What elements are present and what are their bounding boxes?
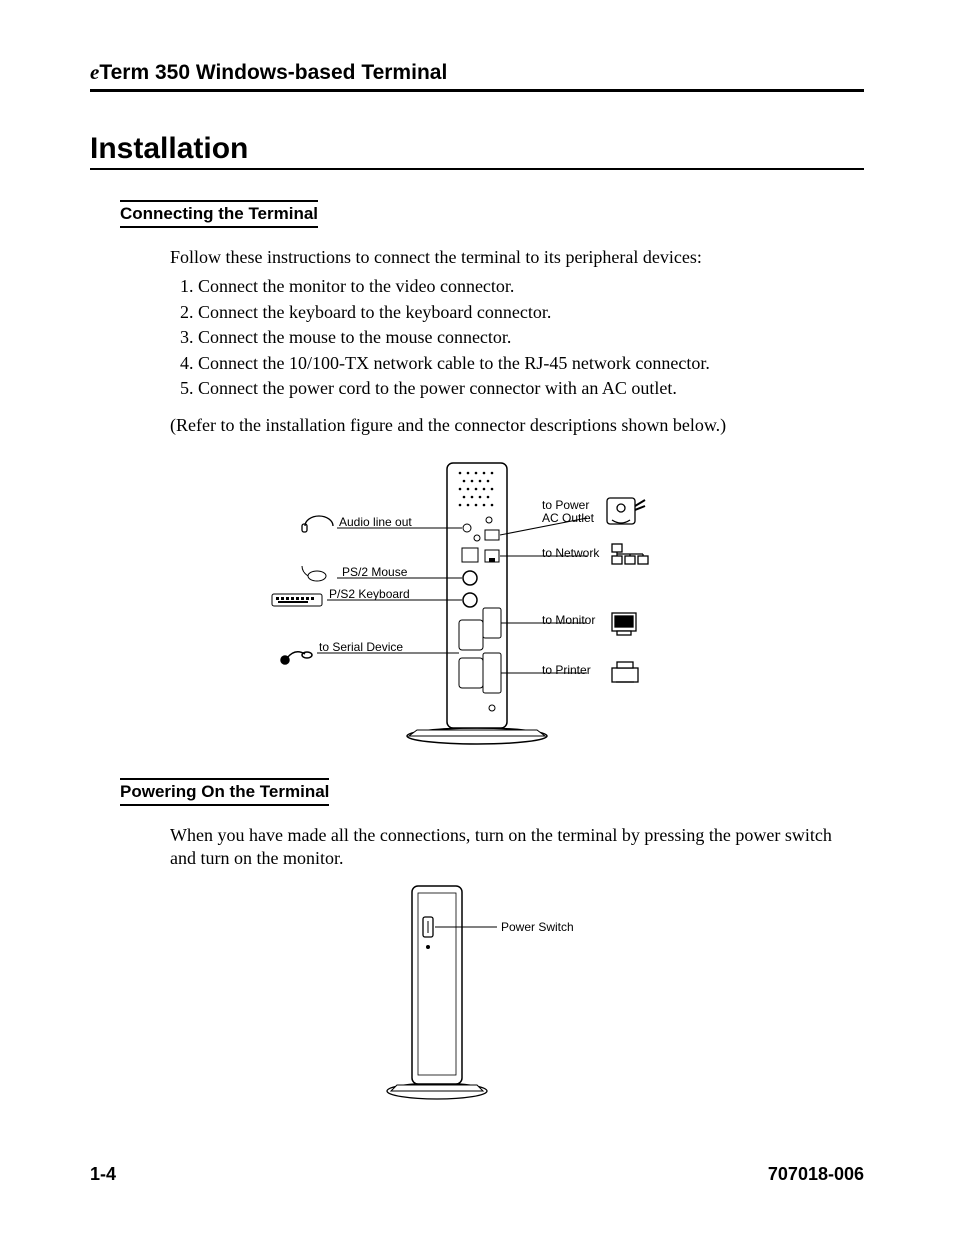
- powering-body: When you have made all the connections, …: [170, 824, 844, 871]
- connecting-intro: Follow these instructions to connect the…: [170, 246, 844, 269]
- header-italic-e: e: [90, 60, 99, 84]
- footer-doc: 707018-006: [768, 1164, 864, 1185]
- subheading-powering: Powering On the Terminal: [120, 778, 329, 806]
- label-monitor: to Monitor: [542, 613, 595, 627]
- subheading-connecting: Connecting the Terminal: [120, 200, 318, 228]
- headphones-icon: [302, 516, 333, 532]
- step-3: Connect the mouse to the mouse connector…: [198, 326, 844, 349]
- step-1: Connect the monitor to the video connect…: [198, 275, 844, 298]
- connecting-note: (Refer to the installation figure and th…: [170, 414, 844, 437]
- label-power-1: to Power: [542, 498, 589, 512]
- keyboard-icon: [272, 594, 322, 606]
- label-power-2: AC Outlet: [542, 511, 594, 525]
- power-switch-illustration: [377, 881, 577, 1101]
- powering-text: When you have made all the connections, …: [170, 824, 844, 871]
- step-4: Connect the 10/100-TX network cable to t…: [198, 352, 844, 375]
- connectors-illustration: [267, 458, 687, 748]
- section-title: Installation: [90, 132, 864, 170]
- step-2: Connect the keyboard to the keyboard con…: [198, 301, 844, 324]
- connecting-body: Follow these instructions to connect the…: [170, 246, 844, 438]
- step-5: Connect the power cord to the power conn…: [198, 377, 844, 400]
- printer-icon: [612, 662, 638, 682]
- connecting-steps: Connect the monitor to the video connect…: [170, 275, 844, 400]
- network-icon: [612, 544, 648, 564]
- label-mouse: PS/2 Mouse: [342, 565, 407, 579]
- outlet-icon: [607, 498, 645, 524]
- label-audio: Audio line out: [339, 515, 412, 529]
- label-printer: to Printer: [542, 663, 591, 677]
- monitor-icon: [612, 613, 636, 635]
- label-keyboard: P/S2 Keyboard: [329, 587, 410, 601]
- figure-power-switch: Power Switch: [377, 881, 577, 1101]
- footer-page: 1-4: [90, 1164, 116, 1185]
- label-power-switch: Power Switch: [501, 920, 574, 934]
- header-title: Term 350 Windows-based Terminal: [99, 61, 447, 84]
- running-header: eTerm 350 Windows-based Terminal: [90, 60, 864, 92]
- mouse-icon: [302, 566, 326, 581]
- figure-connectors: Audio line out PS/2 Mouse P/S2 Keyboard …: [267, 458, 687, 748]
- serial-cable-icon: [281, 651, 312, 663]
- label-network: to Network: [542, 546, 599, 560]
- label-serial: to Serial Device: [319, 640, 403, 654]
- page-footer: 1-4 707018-006: [90, 1164, 864, 1185]
